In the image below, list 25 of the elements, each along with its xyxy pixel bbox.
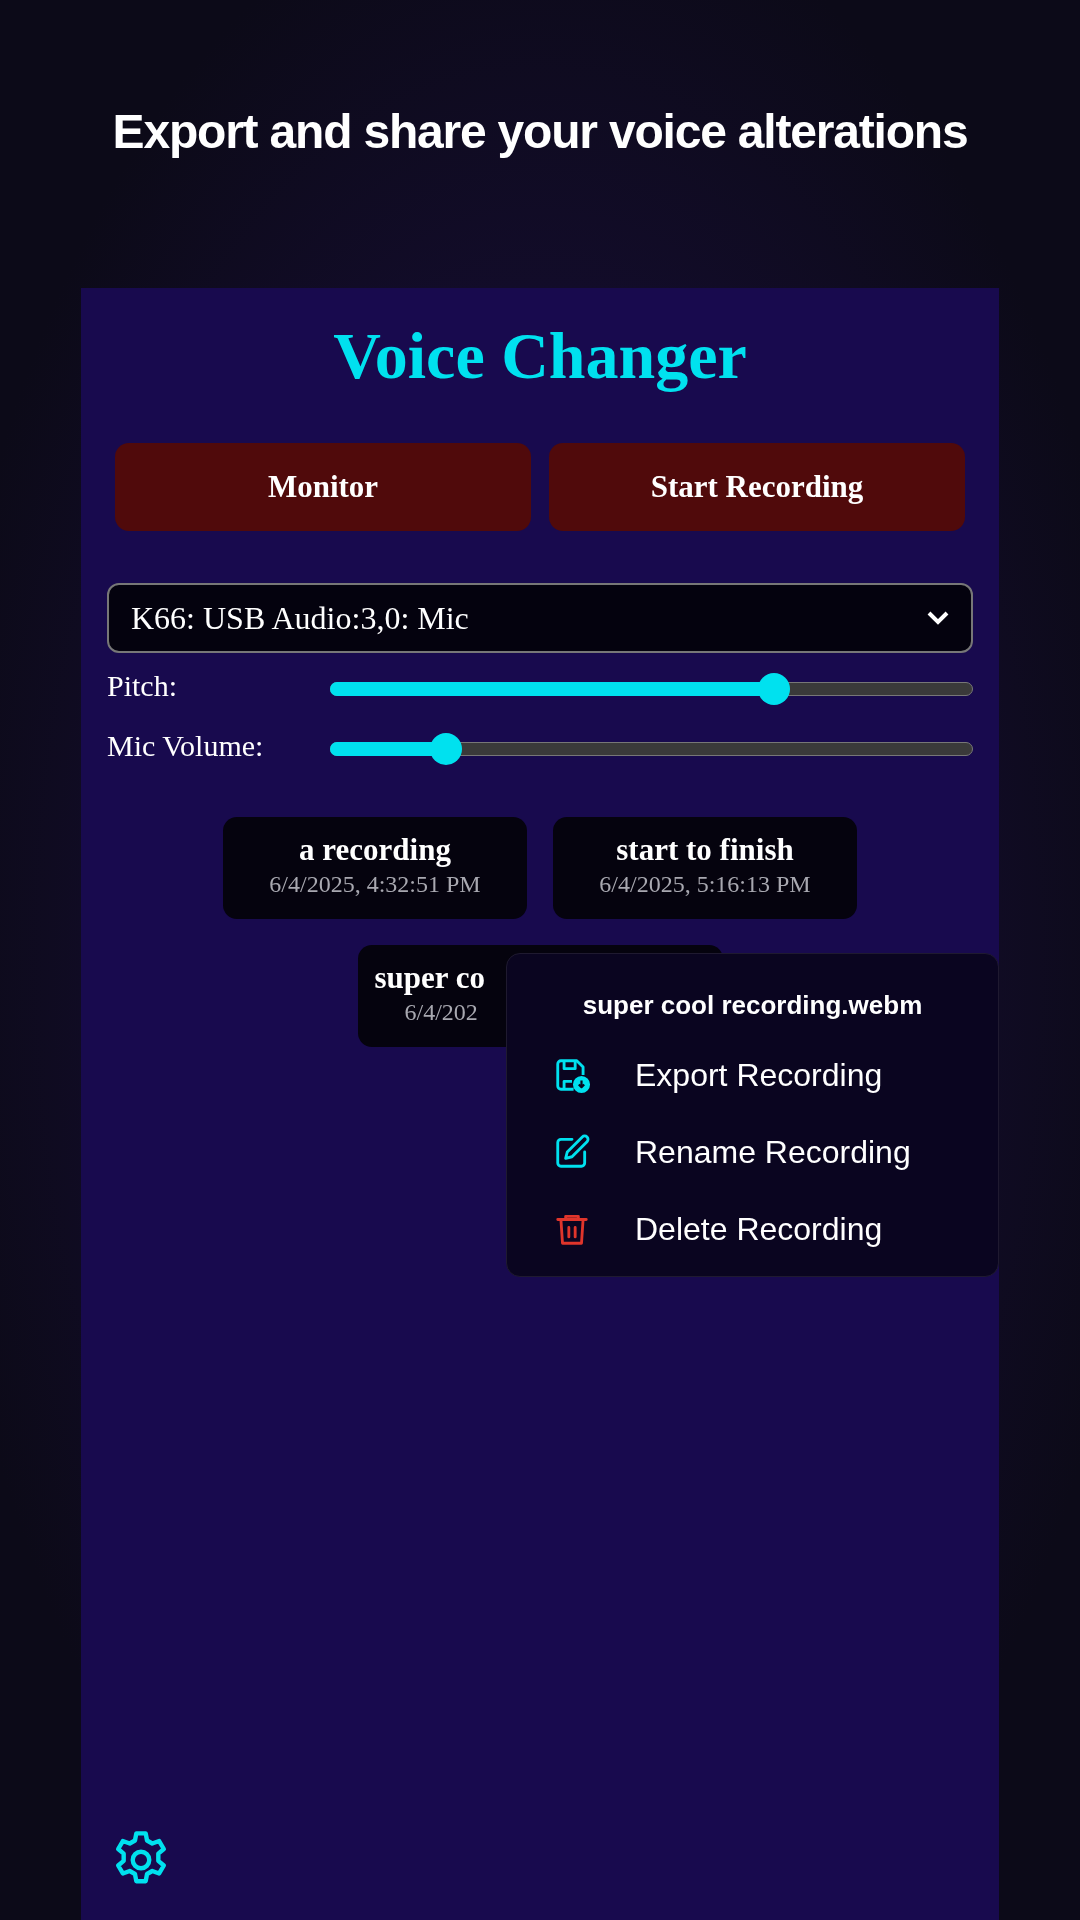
menu-title: super cool recording.webm <box>582 989 923 1022</box>
chevron-down-icon <box>927 611 949 625</box>
action-button[interactable]: Monitor <box>115 443 531 531</box>
recording-card[interactable]: a recording 6/4/2025, 4:32:51 PM <box>223 817 527 919</box>
slider-label: Pitch: <box>107 667 178 704</box>
recording-name: start to finish <box>616 831 794 869</box>
slider-thumb[interactable] <box>757 673 790 705</box>
recording-date: 6/4/2025, 5:16:13 PM <box>599 870 811 899</box>
menu-item[interactable]: Export Recording <box>507 1036 998 1113</box>
device-select[interactable]: K66: USB Audio:3,0: Mic <box>107 583 973 653</box>
slider-thumb[interactable] <box>429 733 462 765</box>
recording-date: 6/4/2025, 4:32:51 PM <box>269 870 481 899</box>
menu-item[interactable]: Delete Recording <box>507 1190 998 1267</box>
slider[interactable] <box>330 673 973 705</box>
edit-icon <box>553 1132 591 1171</box>
slider-label: Mic Volume: <box>107 727 265 764</box>
menu-item[interactable]: Rename Recording <box>507 1113 998 1190</box>
caption-heading: Export and share your voice alterations <box>112 104 968 160</box>
action-button[interactable]: Start Recording <box>549 443 965 531</box>
recording-name: a recording <box>299 831 451 869</box>
recording-name: super co <box>374 959 485 997</box>
slider[interactable] <box>330 733 973 765</box>
recording-date: 6/4/202 <box>403 998 478 1027</box>
app-title: Voice Changer <box>332 318 748 394</box>
recording-card[interactable]: start to finish 6/4/2025, 5:16:13 PM <box>553 817 857 919</box>
